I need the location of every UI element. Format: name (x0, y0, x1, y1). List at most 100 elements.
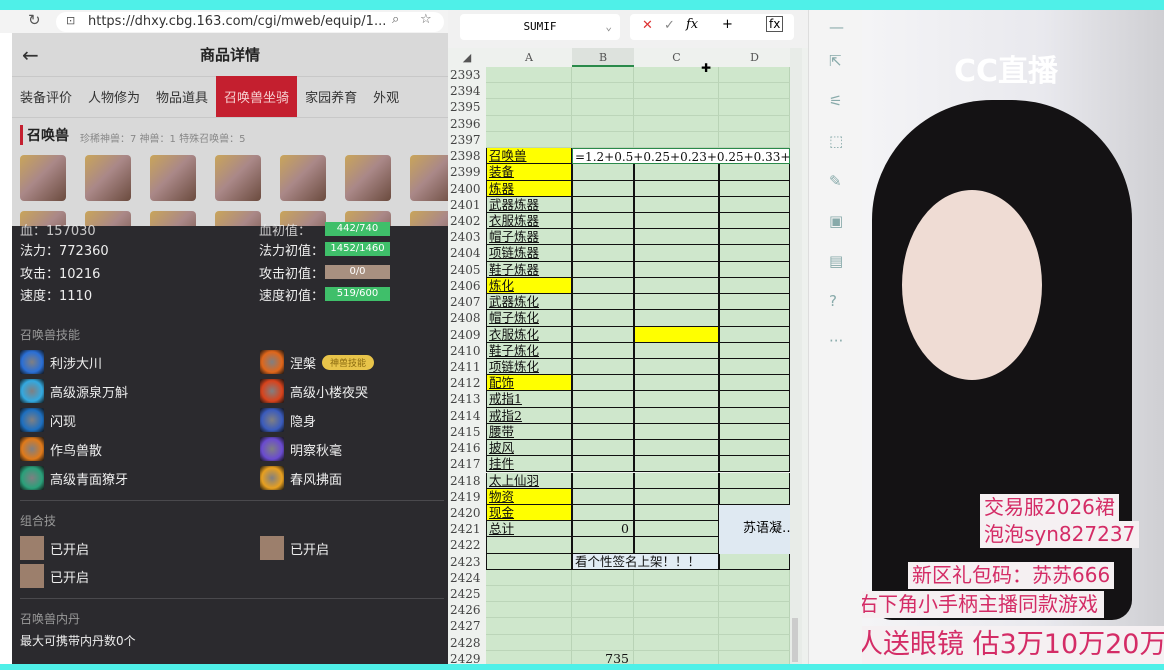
row-number[interactable]: 2394 (450, 83, 486, 99)
cell-B2405[interactable] (572, 261, 634, 278)
row-number[interactable]: 2407 (450, 294, 486, 310)
cell-A2409[interactable]: 衣服炼化 (486, 326, 572, 343)
pet-avatar[interactable] (85, 155, 131, 201)
cell-B2394[interactable] (572, 83, 634, 100)
cell-D2408[interactable] (719, 310, 790, 327)
more-icon[interactable]: ··· (829, 332, 843, 350)
cell-B2404[interactable] (572, 245, 634, 262)
cell-B2425[interactable] (572, 586, 634, 603)
row-number[interactable]: 2393 (450, 67, 486, 83)
row-number[interactable]: 2424 (450, 570, 486, 586)
cell-C2428[interactable] (634, 634, 719, 651)
cell-C2400[interactable] (634, 180, 719, 197)
cell-A2422[interactable] (486, 537, 572, 554)
combo-item[interactable]: 已开启 (20, 564, 89, 588)
cell-B2417[interactable] (572, 456, 634, 473)
cell-A2402[interactable]: 衣服炼器 (486, 212, 572, 230)
cell-A2405[interactable]: 鞋子炼器 (486, 261, 572, 278)
insert-function-icon[interactable]: fx (766, 16, 784, 32)
cell-B2400[interactable] (572, 180, 634, 197)
row-number[interactable]: 2420 (450, 505, 486, 521)
cell-B2395[interactable] (572, 99, 634, 116)
cell-B2428[interactable] (572, 634, 634, 651)
cell-A2408[interactable]: 帽子炼化 (486, 310, 572, 327)
star-icon[interactable]: ☆ (420, 12, 432, 27)
cell-C2406[interactable] (634, 277, 719, 295)
row-number[interactable]: 2399 (450, 164, 486, 180)
cell-B2401[interactable] (572, 196, 634, 213)
book-icon[interactable]: ▤ (829, 252, 843, 270)
row-number[interactable]: 2419 (450, 489, 486, 505)
merged-note-cell[interactable]: 苏语凝… (719, 504, 790, 554)
image-icon[interactable]: ▣ (829, 212, 843, 230)
cell-D2418[interactable] (719, 472, 790, 489)
cell-A2396[interactable] (486, 115, 572, 132)
pet-avatar[interactable] (280, 155, 326, 201)
cell-B2423[interactable]: 看个性签名上架！！！ (572, 553, 719, 570)
skill-item[interactable]: 明察秋毫 (260, 437, 342, 461)
cell-D2426[interactable] (719, 602, 790, 619)
cell-D2400[interactable] (719, 180, 790, 197)
minimize-icon[interactable]: — (829, 18, 844, 36)
skill-item[interactable]: 隐身 (260, 408, 316, 432)
cell-B2415[interactable] (572, 423, 634, 441)
cell-C2427[interactable] (634, 618, 719, 635)
cell-D2399[interactable] (719, 164, 790, 181)
row-number[interactable]: 2408 (450, 310, 486, 326)
help-icon[interactable]: ? (829, 292, 837, 310)
row-number[interactable]: 2426 (450, 602, 486, 618)
plus-icon[interactable]: + (722, 17, 733, 32)
row-number[interactable]: 2411 (450, 359, 486, 375)
address-bar[interactable]: ⊡ https://dhxy.cbg.163.com/cgi/mweb/equi… (56, 12, 444, 32)
cell-A2399[interactable]: 装备 (486, 164, 572, 181)
row-number[interactable]: 2423 (450, 554, 486, 570)
cell-B2427[interactable] (572, 618, 634, 635)
cell-D2395[interactable] (719, 99, 790, 116)
cell-A2412[interactable]: 配饰 (486, 375, 572, 392)
cell-B2422[interactable] (572, 537, 634, 554)
cell-D2416[interactable] (719, 440, 790, 457)
cell-C2416[interactable] (634, 440, 719, 457)
cell-A2421[interactable]: 总计 (486, 521, 572, 538)
cell-A2398[interactable]: 召唤兽 (486, 148, 572, 165)
cell-B2396[interactable] (572, 115, 634, 132)
cell-B2410[interactable] (572, 342, 634, 359)
cell-C2413[interactable] (634, 391, 719, 408)
cell-C2418[interactable] (634, 472, 719, 489)
cell-D2423[interactable] (719, 553, 790, 570)
chevron-down-icon[interactable]: ⌄ (605, 14, 612, 40)
cell-C2414[interactable] (634, 407, 719, 424)
cell-D2406[interactable] (719, 277, 790, 295)
cell-D2428[interactable] (719, 634, 790, 651)
cell-D2393[interactable] (719, 67, 790, 84)
cell-A2394[interactable] (486, 83, 572, 100)
cell-A2406[interactable]: 炼化 (486, 277, 572, 295)
pet-avatar[interactable] (215, 155, 261, 201)
cell-A2410[interactable]: 鞋子炼化 (486, 342, 572, 359)
skill-item[interactable]: 利涉大川 (20, 350, 102, 374)
tools-icon[interactable]: ✎ (829, 172, 842, 190)
cancel-icon[interactable]: ✕ (642, 18, 653, 33)
cell-A2416[interactable]: 披风 (486, 440, 572, 457)
frame-icon[interactable]: ⬚ (829, 132, 843, 150)
select-icon[interactable]: ⇱ (829, 52, 842, 70)
cell-D2419[interactable] (719, 488, 790, 505)
cell-A2424[interactable] (486, 569, 572, 587)
skill-item[interactable]: 高级小楼夜哭 (260, 379, 368, 403)
row-number[interactable]: 2395 (450, 99, 486, 115)
cell-D2394[interactable] (719, 83, 790, 100)
cell-D2412[interactable] (719, 375, 790, 392)
cell-B2406[interactable] (572, 277, 634, 295)
tab-4[interactable]: 家园养育 (297, 76, 365, 117)
row-number[interactable]: 2418 (450, 473, 486, 489)
site-info-icon[interactable]: ⊡ (66, 14, 75, 27)
cell-D2417[interactable] (719, 456, 790, 473)
cell-C2403[interactable] (634, 229, 719, 246)
cell-A2427[interactable] (486, 618, 572, 635)
tab-2[interactable]: 物品道具 (148, 76, 216, 117)
cell-C2424[interactable] (634, 569, 719, 587)
cell-B2402[interactable] (572, 212, 634, 230)
cell-D2414[interactable] (719, 407, 790, 424)
row-number[interactable]: 2396 (450, 116, 486, 132)
confirm-icon[interactable]: ✓ (664, 18, 675, 33)
